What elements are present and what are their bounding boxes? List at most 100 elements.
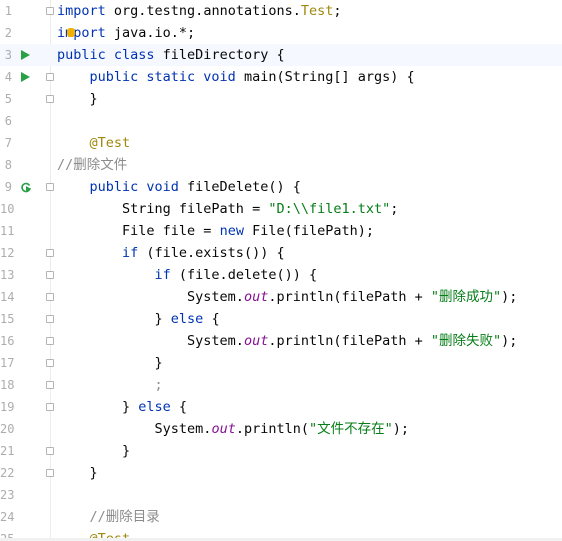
fold-marker-icon[interactable] (46, 73, 54, 81)
fold-marker-icon[interactable] (46, 315, 54, 323)
code-line[interactable]: 21 } (0, 440, 562, 462)
code-token: if (57, 267, 179, 283)
code-line[interactable]: 17 } (0, 352, 562, 374)
code-text: ; (57, 374, 163, 396)
line-number: 2 (4, 26, 12, 40)
line-number: 24 (0, 510, 15, 524)
code-line[interactable]: 10 String filePath = "D:\\file1.txt"; (0, 198, 562, 220)
fold-marker-icon[interactable] (46, 183, 54, 191)
code-text: } else { (57, 308, 220, 330)
code-text: import java.io.*; (57, 22, 195, 44)
code-token: if (57, 245, 147, 261)
fold-marker-icon[interactable] (46, 7, 54, 15)
code-text: if (file.delete()) { (57, 264, 318, 286)
code-token: ); (501, 333, 518, 349)
line-number: 3 (4, 48, 12, 62)
code-line[interactable]: 14 System.out.println(filePath + "删除成功")… (0, 286, 562, 308)
code-text: File file = new File(filePath); (57, 220, 374, 242)
code-token: @Test (57, 135, 131, 151)
code-token: import (57, 25, 106, 41)
line-number: 16 (0, 334, 15, 348)
code-line[interactable]: 1 import org.testng.annotations.Test; (0, 0, 562, 22)
code-text: System.out.println(filePath + "删除成功"); (57, 286, 517, 308)
fold-marker-icon[interactable] (46, 447, 54, 455)
code-line[interactable]: 6 (0, 110, 562, 132)
code-text: System.out.println(filePath + "删除失败"); (57, 330, 517, 352)
code-token: else (138, 399, 179, 415)
fold-marker-icon[interactable] (46, 249, 54, 257)
fold-marker-icon[interactable] (46, 293, 54, 301)
code-line[interactable]: 11 File file = new File(filePath); (0, 220, 562, 242)
code-line[interactable]: 16 System.out.println(filePath + "删除失败")… (0, 330, 562, 352)
code-token: //删除文件 (57, 157, 128, 173)
code-line[interactable]: 2 import java.io.*; (0, 22, 562, 44)
code-token: fileDelete() { (187, 179, 301, 195)
code-token: } (57, 465, 98, 481)
code-line[interactable]: 9 public void fileDelete() { (0, 176, 562, 198)
code-line[interactable]: 4 public static void main(String[] args)… (0, 66, 562, 88)
rerun-test-icon[interactable] (20, 181, 32, 193)
code-text: } (57, 462, 98, 484)
code-line[interactable]: 20 System.out.println("文件不存在"); (0, 418, 562, 440)
run-icon[interactable] (21, 50, 30, 60)
code-editor[interactable]: 1 import org.testng.annotations.Test; 2 imp… (0, 0, 562, 541)
code-line[interactable]: 19 } else { (0, 396, 562, 418)
code-token: ; (333, 3, 342, 19)
fold-marker-icon[interactable] (46, 381, 54, 389)
code-line[interactable]: 18 ; (0, 374, 562, 396)
line-number: 15 (0, 312, 15, 326)
line-number: 17 (0, 356, 15, 370)
code-token: java.io.*; (105, 25, 196, 41)
code-token: File file = (57, 223, 220, 239)
line-number: 4 (4, 70, 12, 84)
code-line[interactable]: 8 //删除文件 (0, 154, 562, 176)
run-icon[interactable] (21, 72, 30, 82)
line-number: 23 (0, 488, 15, 502)
line-number: 14 (0, 290, 15, 304)
code-line[interactable]: 22 } (0, 462, 562, 484)
fold-marker-icon[interactable] (46, 95, 54, 103)
code-text: @Test (57, 132, 131, 154)
code-token: Test (300, 3, 334, 19)
line-number: 19 (0, 400, 15, 414)
code-token: "D:\\file1.txt" (268, 201, 391, 217)
intention-bulb-icon[interactable] (67, 28, 75, 37)
code-token: String filePath = (57, 201, 269, 217)
code-line[interactable]: 3 public class fileDirectory { (0, 44, 562, 66)
code-line[interactable]: 7 @Test (0, 132, 562, 154)
line-number: 5 (4, 92, 12, 106)
code-token: else (170, 311, 212, 327)
fold-marker-icon[interactable] (46, 337, 54, 345)
line-number: 21 (0, 444, 15, 458)
code-text: } (57, 88, 98, 110)
code-token: .println(filePath + (268, 289, 431, 305)
code-line[interactable]: 23 (0, 484, 562, 506)
code-text: public void fileDelete() { (57, 176, 301, 198)
code-token: public class (57, 47, 163, 63)
line-number: 1 (4, 4, 12, 18)
code-line[interactable]: 15 } else { (0, 308, 562, 330)
line-number: 18 (0, 378, 15, 392)
line-number: 7 (4, 136, 12, 150)
code-token: } (57, 443, 131, 459)
code-line[interactable]: 24 //删除目录 (0, 506, 562, 528)
code-text: import org.testng.annotations.Test; (57, 0, 342, 22)
code-text: } else { (57, 396, 187, 418)
code-token: out (243, 333, 269, 349)
line-number: 20 (0, 422, 15, 436)
fold-marker-icon[interactable] (46, 359, 54, 367)
fold-marker-icon[interactable] (46, 403, 54, 411)
code-token: { (211, 311, 220, 327)
fold-marker-icon[interactable] (46, 271, 54, 279)
code-line[interactable]: 12 if (file.exists()) { (0, 242, 562, 264)
fold-marker-icon[interactable] (46, 469, 54, 477)
code-line[interactable]: 13 if (file.delete()) { (0, 264, 562, 286)
code-token: } (57, 91, 98, 107)
code-token: } (57, 311, 171, 327)
line-number: 22 (0, 466, 15, 480)
code-line[interactable]: 5 } (0, 88, 562, 110)
code-token: //删除目录 (57, 509, 160, 525)
code-token: fileDirectory { (162, 47, 285, 63)
code-token: import (57, 3, 106, 19)
line-number: 12 (0, 246, 15, 260)
